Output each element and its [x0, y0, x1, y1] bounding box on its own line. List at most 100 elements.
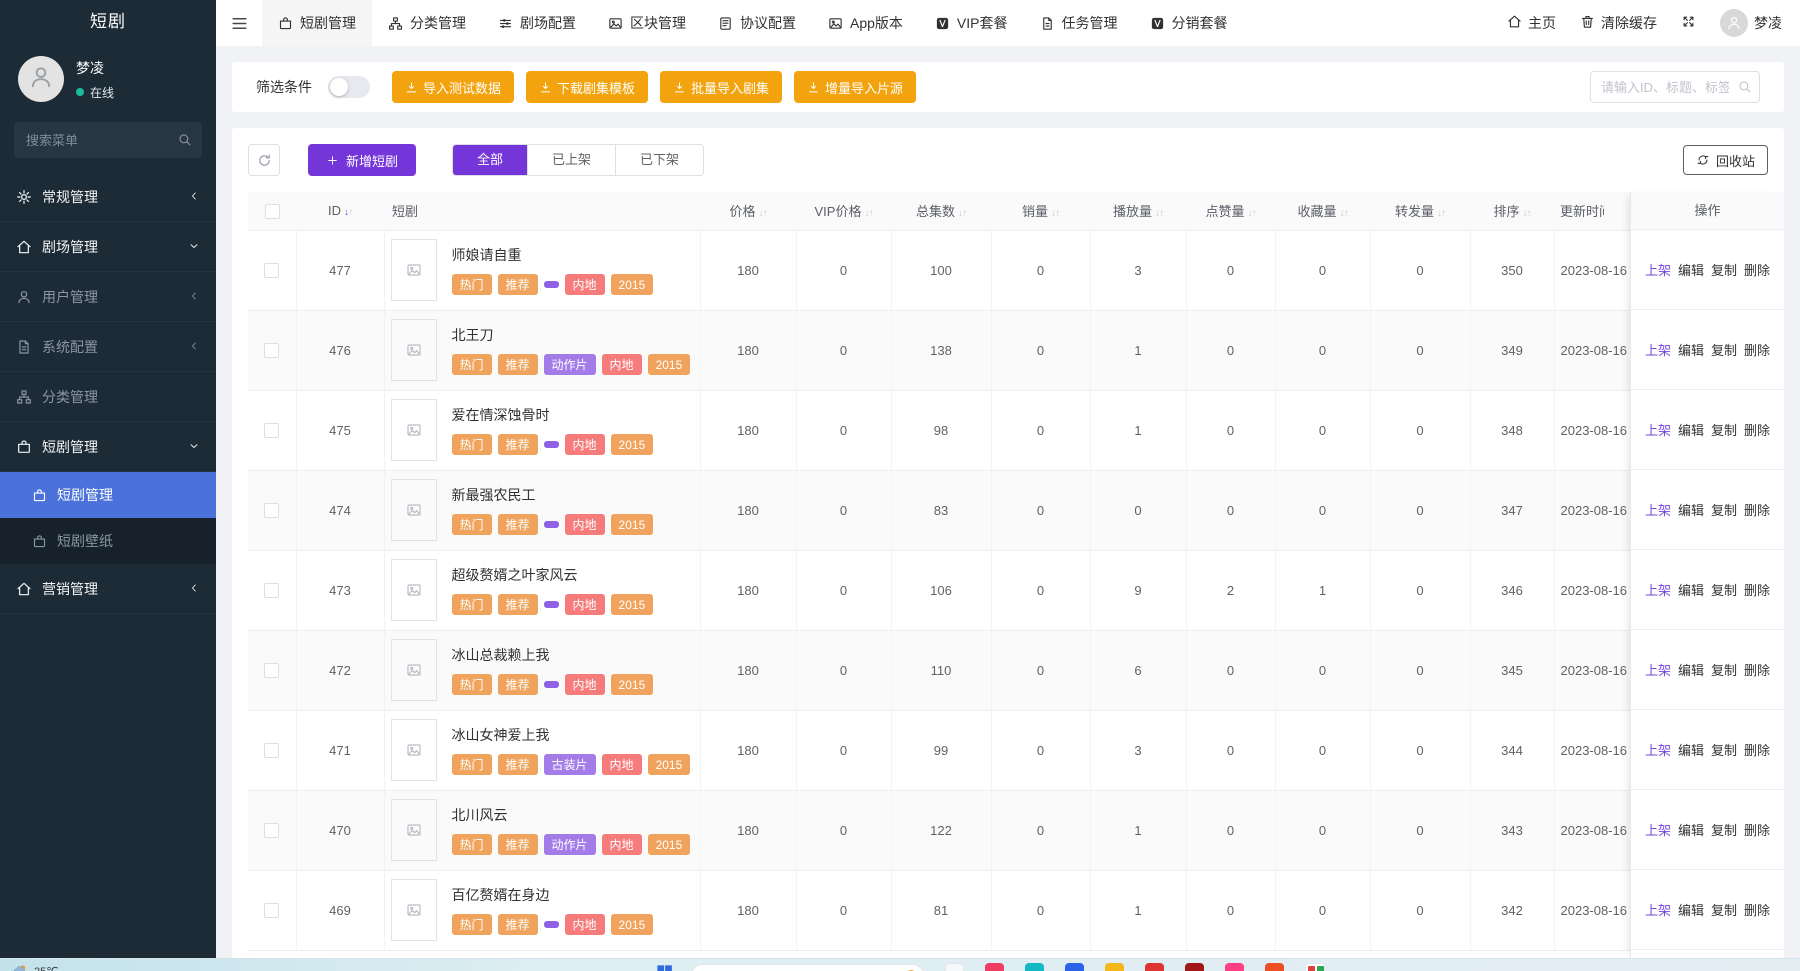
- start-button-icon[interactable]: [655, 963, 674, 971]
- action-publish[interactable]: 上架: [1645, 820, 1671, 839]
- nav-tab-1[interactable]: 分类管理: [372, 0, 482, 46]
- column-header-plays[interactable]: 播放量↓↑: [1090, 192, 1186, 230]
- status-tab-1[interactable]: 已上架: [527, 145, 615, 175]
- column-header-vip[interactable]: VIP价格↓↑: [796, 192, 891, 230]
- action-copy[interactable]: 复制: [1711, 900, 1737, 919]
- nav-tab-5[interactable]: App版本: [812, 0, 919, 46]
- action-copy[interactable]: 复制: [1711, 740, 1737, 759]
- action-edit[interactable]: 编辑: [1678, 500, 1704, 519]
- clear-cache-button[interactable]: 清除缓存: [1580, 13, 1657, 33]
- sidebar-subitem-1[interactable]: 短剧壁纸: [0, 518, 216, 564]
- sidebar-item-3[interactable]: 系统配置: [0, 322, 216, 372]
- action-publish[interactable]: 上架: [1645, 740, 1671, 759]
- filter-action-button-2[interactable]: 批量导入剧集: [660, 71, 782, 103]
- column-header-price[interactable]: 价格↓↑: [700, 192, 796, 230]
- action-publish[interactable]: 上架: [1645, 580, 1671, 599]
- action-edit[interactable]: 编辑: [1678, 260, 1704, 279]
- sidebar-item-1[interactable]: 剧场管理: [0, 222, 216, 272]
- column-header-shares[interactable]: 转发量↓↑: [1370, 192, 1470, 230]
- sort-control[interactable]: ↓↑: [1248, 208, 1256, 219]
- sidebar-item-5[interactable]: 短剧管理: [0, 422, 216, 472]
- sort-control[interactable]: ↓↑: [958, 208, 966, 219]
- action-publish[interactable]: 上架: [1645, 340, 1671, 359]
- action-copy[interactable]: 复制: [1711, 660, 1737, 679]
- action-edit[interactable]: 编辑: [1678, 660, 1704, 679]
- action-copy[interactable]: 复制: [1711, 340, 1737, 359]
- action-copy[interactable]: 复制: [1711, 580, 1737, 599]
- taskbar-app-icon[interactable]: [945, 963, 964, 971]
- row-checkbox[interactable]: [264, 743, 279, 758]
- nav-tab-8[interactable]: 分销套餐: [1134, 0, 1244, 46]
- action-edit[interactable]: 编辑: [1678, 420, 1704, 439]
- home-link[interactable]: 主页: [1507, 13, 1556, 33]
- filter-action-button-1[interactable]: 下载剧集模板: [526, 71, 648, 103]
- action-publish[interactable]: 上架: [1645, 420, 1671, 439]
- sidebar-item-2[interactable]: 用户管理: [0, 272, 216, 322]
- row-checkbox[interactable]: [264, 663, 279, 678]
- action-delete[interactable]: 删除: [1744, 260, 1770, 279]
- row-checkbox[interactable]: [264, 583, 279, 598]
- action-edit[interactable]: 编辑: [1678, 740, 1704, 759]
- hamburger-button[interactable]: [216, 0, 262, 46]
- action-delete[interactable]: 删除: [1744, 820, 1770, 839]
- taskbar-app-icon[interactable]: [985, 963, 1004, 971]
- action-delete[interactable]: 删除: [1744, 580, 1770, 599]
- column-header-id[interactable]: ID↓↑: [296, 192, 384, 230]
- poster-placeholder[interactable]: [391, 479, 437, 541]
- filter-action-button-3[interactable]: 增量导入片源: [794, 71, 916, 103]
- action-copy[interactable]: 复制: [1711, 500, 1737, 519]
- action-copy[interactable]: 复制: [1711, 420, 1737, 439]
- row-checkbox[interactable]: [264, 823, 279, 838]
- action-delete[interactable]: 删除: [1744, 420, 1770, 439]
- status-tab-2[interactable]: 已下架: [615, 145, 703, 175]
- poster-placeholder[interactable]: [391, 319, 437, 381]
- refresh-button[interactable]: [248, 144, 280, 176]
- taskbar-app-icon[interactable]: [1145, 963, 1164, 971]
- action-copy[interactable]: 复制: [1711, 820, 1737, 839]
- table-search-input[interactable]: [1590, 71, 1760, 103]
- sort-control[interactable]: ↓↑: [344, 207, 352, 218]
- taskbar-app-icon[interactable]: [1305, 963, 1325, 971]
- action-edit[interactable]: 编辑: [1678, 820, 1704, 839]
- row-checkbox[interactable]: [264, 423, 279, 438]
- taskbar-app-icon[interactable]: [1265, 963, 1284, 971]
- taskbar-app-icon[interactable]: [1105, 963, 1124, 971]
- poster-placeholder[interactable]: [391, 799, 437, 861]
- account-menu[interactable]: 梦凌: [1720, 9, 1782, 37]
- action-delete[interactable]: 删除: [1744, 900, 1770, 919]
- sort-control[interactable]: ↓↑: [1155, 208, 1163, 219]
- sort-control[interactable]: ↓↑: [1340, 208, 1348, 219]
- sidebar-item-4[interactable]: 分类管理: [0, 372, 216, 422]
- nav-tab-2[interactable]: 剧场配置: [482, 0, 592, 46]
- taskbar-app-icon[interactable]: [1185, 963, 1204, 971]
- nav-tab-6[interactable]: VIP套餐: [919, 0, 1024, 46]
- sort-control[interactable]: ↓↑: [1051, 208, 1059, 219]
- sort-control[interactable]: ↓↑: [759, 208, 767, 219]
- action-edit[interactable]: 编辑: [1678, 340, 1704, 359]
- recycle-bin-button[interactable]: 回收站: [1683, 145, 1768, 175]
- action-edit[interactable]: 编辑: [1678, 900, 1704, 919]
- sort-control[interactable]: ↓↑: [864, 208, 872, 219]
- taskbar-app-icon[interactable]: [1065, 963, 1084, 971]
- select-all-checkbox[interactable]: [265, 204, 280, 219]
- action-delete[interactable]: 删除: [1744, 500, 1770, 519]
- sort-control[interactable]: ↓↑: [1523, 208, 1531, 219]
- row-checkbox[interactable]: [264, 263, 279, 278]
- row-checkbox[interactable]: [264, 903, 279, 918]
- taskbar-app-icon[interactable]: [1025, 963, 1044, 971]
- sort-control[interactable]: ↓↑: [1437, 208, 1445, 219]
- row-checkbox[interactable]: [264, 503, 279, 518]
- action-delete[interactable]: 删除: [1744, 340, 1770, 359]
- status-tab-0[interactable]: 全部: [453, 145, 527, 175]
- column-header-episodes[interactable]: 总集数↓↑: [891, 192, 991, 230]
- user-avatar[interactable]: [18, 56, 64, 102]
- sidebar-search-input[interactable]: [14, 122, 202, 158]
- action-copy[interactable]: 复制: [1711, 260, 1737, 279]
- sidebar-item-0[interactable]: 常规管理: [0, 172, 216, 222]
- sidebar-subitem-0[interactable]: 短剧管理: [0, 472, 216, 518]
- column-header-favs[interactable]: 收藏量↓↑: [1275, 192, 1370, 230]
- taskbar-weather[interactable]: 25℃: [12, 962, 59, 971]
- action-publish[interactable]: 上架: [1645, 500, 1671, 519]
- sidebar-item-6[interactable]: 营销管理: [0, 564, 216, 614]
- add-drama-button[interactable]: 新增短剧: [308, 144, 416, 176]
